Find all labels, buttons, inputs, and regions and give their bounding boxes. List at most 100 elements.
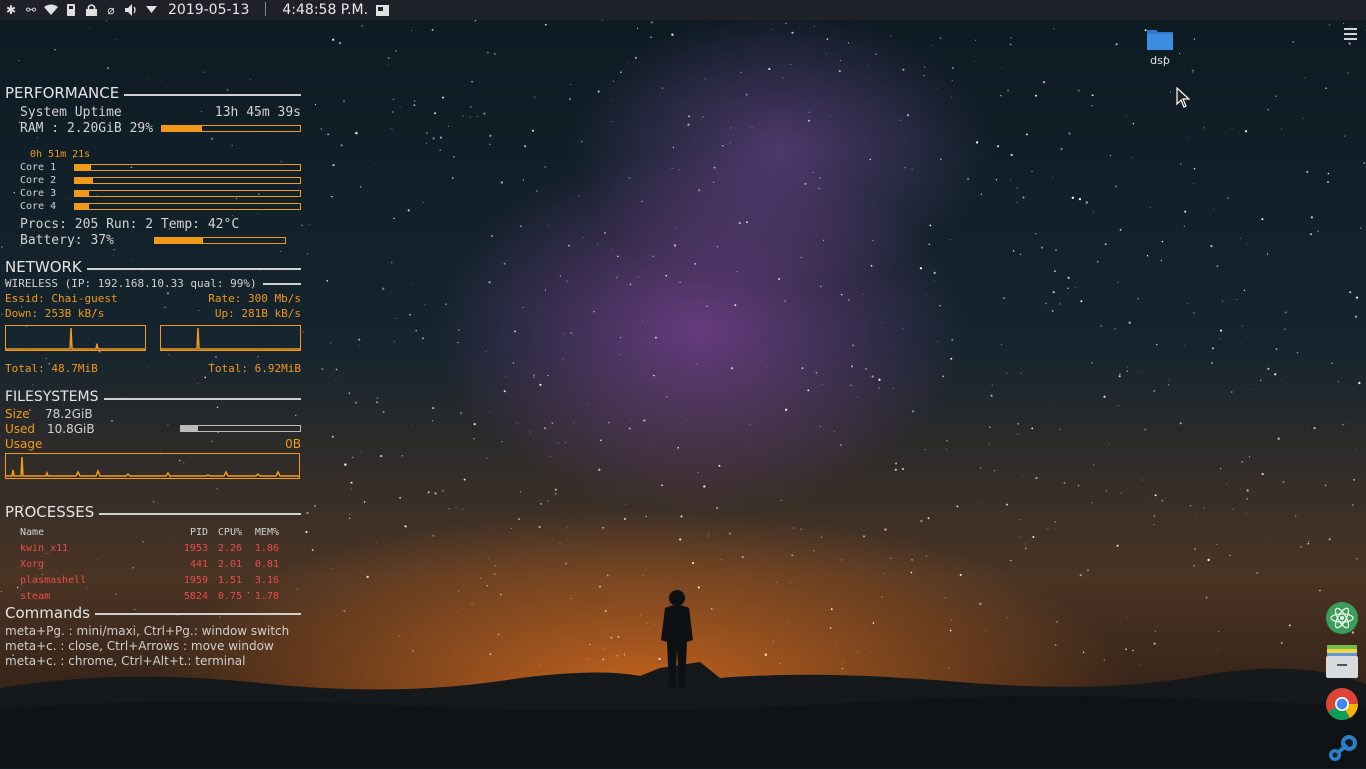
conky-system-monitor: PERFORMANCE System Uptime 13h 45m 39s RA…: [5, 84, 301, 669]
cpu-core-row: Core 3: [5, 187, 301, 200]
process-cpu: 2.01: [217, 558, 242, 570]
steam-icon[interactable]: [1325, 731, 1359, 765]
command-line: meta+c. : close, Ctrl+Arrows : move wind…: [5, 639, 274, 653]
hamburger-line: [1343, 28, 1357, 30]
cpu-cores-list: Core 1 Core 2 Core 3 Core 4: [5, 161, 301, 213]
command-line: meta+c. : chrome, Ctrl+Alt+t.: terminal: [5, 654, 246, 668]
chrome-icon[interactable]: [1325, 687, 1359, 721]
fs-used-label: Used: [5, 421, 36, 436]
clock-separator: [265, 2, 267, 16]
network-plug-icon[interactable]: ⚯: [24, 3, 38, 17]
cpu-core-row: Core 4: [5, 200, 301, 213]
fs-size-label: Size: [5, 406, 30, 421]
col-cpu: CPU%: [217, 526, 242, 538]
ram-row: RAM : 2.20GiB 29%: [5, 120, 301, 136]
process-pid: 1959: [183, 574, 208, 586]
process-row: plasmashell 1959 1.51 3.16: [5, 572, 301, 588]
process-row: steam 5824 0.75 1.78: [5, 588, 301, 604]
wallpaper-person-silhouette: [661, 590, 693, 688]
process-pid: 5824: [183, 590, 208, 602]
core-bar-fill: [75, 165, 91, 170]
process-name: Xorg: [20, 558, 45, 570]
total-down: Total: 48.7MiB: [5, 362, 98, 375]
core-bar-fill: [75, 204, 89, 209]
lock-icon[interactable]: [84, 3, 98, 17]
expand-arrow-icon[interactable]: [144, 3, 158, 17]
removable-drive-icon[interactable]: [64, 3, 78, 17]
fs-size-row: Size 78.2GiB: [5, 406, 301, 421]
time-text: 4:48:58 P.M.: [282, 2, 369, 18]
fs-used-bar: [180, 425, 301, 432]
processes-title: PROCESSES: [5, 503, 95, 521]
core-label: Core 3: [20, 188, 57, 199]
ram-bar: [161, 124, 301, 132]
core-bar: [74, 164, 301, 171]
core-label: Core 4: [20, 201, 57, 212]
cpu-core-row: Core 2: [5, 174, 301, 187]
filesystems-title: FILESYSTEMS: [5, 389, 99, 405]
wireless-row: WIRELESS (IP: 192.168.10.33 qual: 99%): [5, 276, 301, 291]
process-mem: 1.78: [254, 590, 279, 602]
performance-header: PERFORMANCE: [5, 84, 301, 102]
process-row: Xorg 441 2.01 0.81: [5, 556, 301, 572]
hamburger-line: [1343, 33, 1357, 35]
section-rule: [94, 613, 301, 615]
fs-usage-row: Usage 0B: [5, 436, 301, 451]
disk-io-graph: [5, 453, 300, 479]
process-name: kwin_x11: [20, 542, 69, 554]
wireless-info: WIRELESS (IP: 192.168.10.33 qual: 99%): [5, 277, 257, 290]
clock[interactable]: 2019-05-13 4:48:58 P.M.: [168, 2, 368, 18]
hamburger-line: [1343, 38, 1357, 40]
core-bar-fill: [75, 178, 93, 183]
process-mem: 0.81: [254, 558, 279, 570]
system-tray: ✱ ⚯ ⌀: [0, 3, 158, 17]
section-rule: [262, 282, 301, 285]
up-speed: Up: 281B kB/s: [214, 307, 301, 320]
core-bar: [74, 190, 301, 197]
uptime-value: 13h 45m 39s: [214, 104, 301, 120]
show-desktop-icon[interactable]: [376, 4, 390, 16]
col-pid: PID: [189, 526, 208, 538]
uptime-label: System Uptime: [20, 104, 122, 120]
core-bar: [74, 177, 301, 184]
battery-bar: [153, 236, 286, 244]
command-line: meta+Pg. : mini/maxi, Ctrl+Pg.: window s…: [5, 624, 290, 638]
atom-icon[interactable]: [1325, 601, 1359, 635]
processes-header: PROCESSES: [5, 503, 301, 521]
wifi-icon[interactable]: [44, 3, 58, 17]
core-bar: [74, 203, 301, 210]
folder-icon: [1147, 28, 1173, 50]
core-label: Core 1: [20, 162, 57, 173]
essid-row: Essid: Chai-guest Rate: 300 Mb/s: [5, 291, 301, 306]
ram-label: RAM : 2.20GiB 29%: [20, 120, 154, 136]
process-mem: 1.86: [254, 542, 279, 554]
fs-used-value: 10.8GiB: [47, 421, 95, 436]
volume-icon[interactable]: [124, 3, 138, 17]
section-rule: [99, 512, 301, 515]
battery-label: Battery: 37%: [20, 232, 114, 248]
cpu-core-row: Core 1: [5, 161, 301, 174]
col-name: Name: [20, 526, 45, 538]
fs-usage-value: 0B: [285, 436, 301, 451]
desktop-folder-dsp[interactable]: dsp: [1138, 28, 1182, 67]
essid: Essid: Chai-guest: [5, 292, 118, 305]
section-rule: [124, 93, 301, 96]
core-bar-fill: [75, 191, 89, 196]
fs-used-bar-fill: [181, 426, 198, 431]
filesystems-header: FILESYSTEMS: [5, 388, 301, 406]
desktop-toolbox-button[interactable]: [1338, 22, 1362, 46]
total-up: Total: 6.92MiB: [208, 362, 301, 375]
fs-used-row: Used 10.8GiB: [5, 421, 301, 436]
file-manager-icon[interactable]: [1325, 645, 1359, 679]
fs-size-value: 78.2GiB: [45, 406, 93, 421]
top-panel: ✱ ⚯ ⌀ 2019-05-13 4:48:58 P.M.: [0, 0, 1366, 20]
battery-row: Battery: 37%: [5, 232, 301, 248]
network-header: NETWORK: [5, 258, 301, 276]
section-rule: [86, 267, 301, 270]
procs-row: Procs: 205 Run: 2 Temp: 42°C: [20, 216, 240, 232]
mouse-cursor-icon: [1176, 87, 1190, 108]
download-graph: [5, 325, 146, 351]
settings-gear-icon[interactable]: ✱: [4, 3, 18, 17]
clipboard-icon[interactable]: ⌀: [104, 3, 118, 17]
fs-usage-label: Usage: [5, 436, 43, 451]
